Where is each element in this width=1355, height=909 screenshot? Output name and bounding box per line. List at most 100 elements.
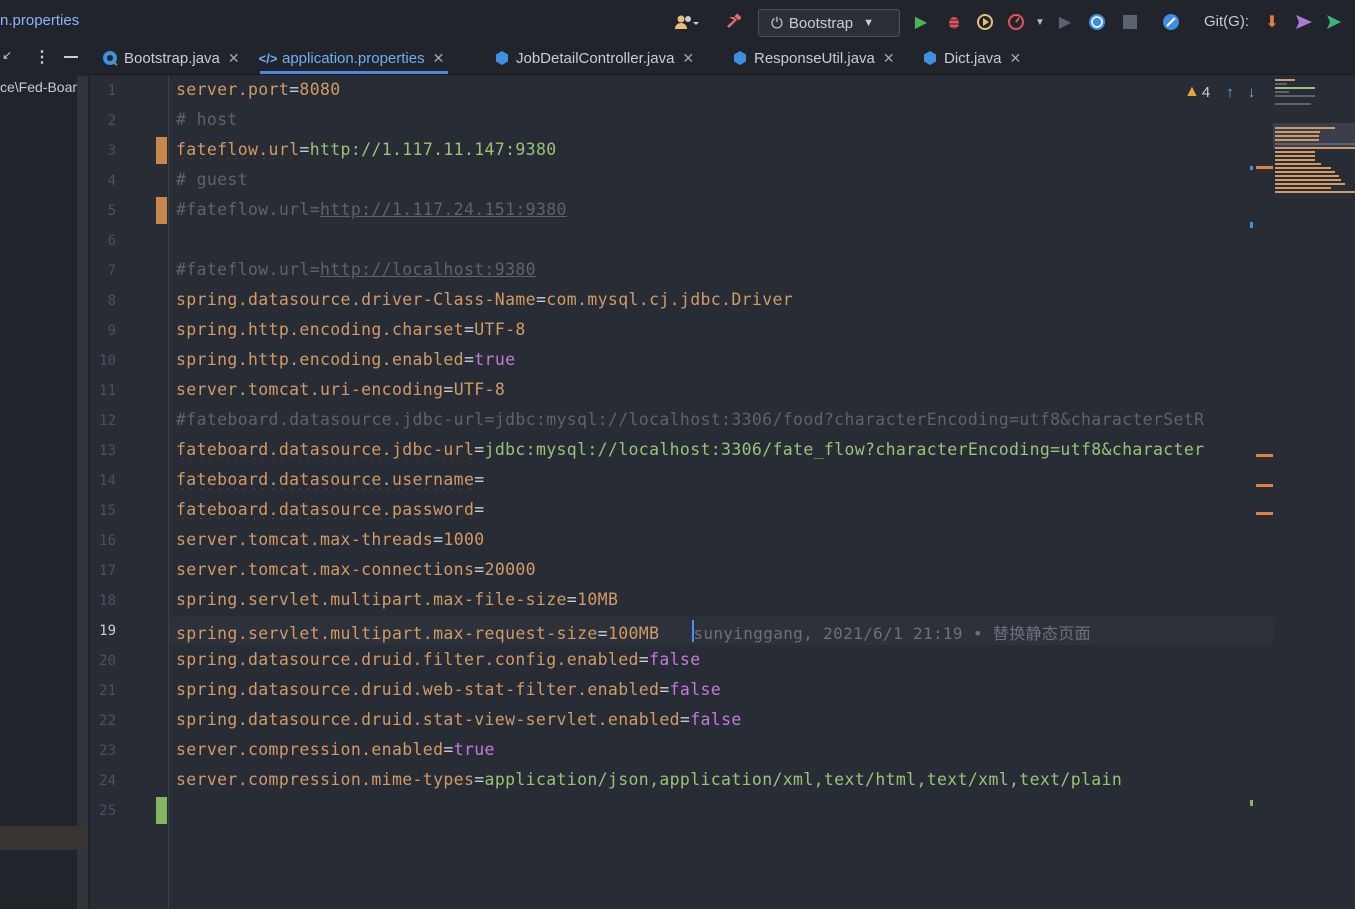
stop-icon[interactable]	[1120, 10, 1140, 34]
code-line[interactable]: #fateflow.url=http://localhost:9380	[176, 260, 536, 279]
property-key: fateboard.datasource.jdbc-url	[176, 440, 475, 459]
line-number: 23	[99, 743, 116, 759]
code-line[interactable]: spring.datasource.druid.stat-view-servle…	[176, 710, 742, 729]
close-icon[interactable]: ✕	[228, 50, 240, 67]
close-icon[interactable]: ✕	[883, 50, 895, 67]
project-tree-path[interactable]: ce\Fed-Boar	[0, 79, 86, 95]
property-separator: =	[443, 740, 454, 759]
property-value: com.mysql.cj.jdbc.Driver	[546, 290, 794, 309]
properties-file-icon: </>	[258, 50, 278, 66]
code-line[interactable]: server.tomcat.max-connections=20000	[176, 560, 536, 579]
code-line[interactable]: spring.http.encoding.enabled=true	[176, 350, 515, 369]
tab-dict-java[interactable]: Dict.java ✕	[922, 42, 1021, 74]
code-line[interactable]: fateboard.datasource.jdbc-url=jdbc:mysql…	[176, 440, 1204, 459]
more-run-options-icon[interactable]: ▼	[1032, 10, 1048, 34]
tab-jobdetailcontroller-java[interactable]: JobDetailController.java ✕	[494, 42, 694, 74]
property-separator: =	[433, 530, 444, 549]
property-key: spring.servlet.multipart.max-file-size	[176, 590, 567, 609]
vcs-change-marker[interactable]	[156, 137, 167, 164]
vcs-change-marker[interactable]	[156, 797, 167, 824]
build-hammer-icon[interactable]	[724, 10, 746, 34]
code-line[interactable]: spring.datasource.druid.web-stat-filter.…	[176, 680, 721, 699]
tab-label: Dict.java	[944, 49, 1002, 67]
breadcrumb[interactable]: n.properties	[0, 12, 79, 29]
collapse-arrow-icon[interactable]: ↙	[2, 48, 12, 62]
code-line[interactable]: fateflow.url=http://1.117.11.147:9380	[176, 140, 557, 159]
code-line[interactable]: server.port=8080	[176, 80, 341, 99]
project-panel-scrollbar[interactable]	[77, 76, 88, 909]
scroll-marker[interactable]	[1256, 454, 1273, 457]
scroll-marker[interactable]	[1256, 166, 1273, 169]
line-number: 20	[99, 653, 116, 669]
run-icon[interactable]: ▶	[910, 10, 932, 34]
scroll-marker[interactable]	[1250, 222, 1253, 228]
coverage-icon[interactable]	[974, 10, 996, 34]
code-line[interactable]: fateboard.datasource.password=	[176, 500, 485, 519]
scroll-marker[interactable]	[1250, 166, 1253, 170]
git-commit-icon[interactable]	[1294, 10, 1314, 34]
line-number: 14	[99, 473, 116, 489]
property-separator: =	[474, 500, 485, 519]
line-number: 2	[107, 113, 116, 129]
tab-bootstrap-java[interactable]: Bootstrap.java ✕	[102, 42, 240, 74]
line-number: 9	[107, 323, 116, 339]
comment-text: # guest	[176, 170, 248, 189]
text-caret	[692, 620, 694, 642]
code-line[interactable]: fateboard.datasource.username=	[176, 470, 485, 489]
line-number: 22	[99, 713, 116, 729]
git-push-icon[interactable]	[1325, 10, 1347, 34]
property-key: server.tomcat.max-threads	[176, 530, 434, 549]
run-configuration-select[interactable]: ⏻ Bootstrap ▼	[758, 9, 900, 37]
scroll-marker[interactable]	[1256, 512, 1273, 515]
property-separator: =	[659, 680, 670, 699]
property-separator: =	[463, 320, 475, 339]
debug-icon[interactable]	[943, 10, 965, 34]
line-number: 11	[99, 383, 116, 399]
options-kebab-icon[interactable]: ⋮	[34, 47, 50, 67]
tab-responseutil-java[interactable]: ResponseUtil.java ✕	[732, 42, 895, 74]
git-label: Git(G):	[1204, 13, 1249, 30]
code-line[interactable]: spring.datasource.druid.filter.config.en…	[176, 650, 701, 669]
git-blame-annotation[interactable]: sunyinggang, 2021/6/1 21:19 • 替换静态页面	[693, 624, 1091, 643]
vcs-change-marker[interactable]	[156, 197, 167, 224]
property-value: false	[669, 680, 722, 699]
tab-application-properties[interactable]: </> application.properties ✕	[258, 42, 449, 74]
property-key: server.port	[176, 80, 290, 99]
property-key: spring.http.encoding.enabled	[176, 350, 464, 369]
code-line[interactable]: server.tomcat.uri-encoding=UTF-8	[176, 380, 505, 399]
code-line[interactable]: server.compression.enabled=true	[176, 740, 495, 759]
update-app-icon[interactable]	[1086, 10, 1108, 34]
git-update-icon[interactable]: ⬇	[1262, 10, 1282, 34]
java-class-icon	[922, 50, 938, 66]
code-line[interactable]: # host	[176, 110, 238, 129]
close-icon[interactable]: ✕	[682, 50, 694, 67]
code-line[interactable]: # guest	[176, 170, 248, 189]
code-minimap[interactable]	[1273, 75, 1355, 909]
code-line[interactable]: #fateboard.datasource.jdbc-url=jdbc:mysq…	[176, 410, 1204, 429]
close-icon[interactable]: ✕	[433, 50, 445, 67]
inspection-widget[interactable]: ▲ 4 ↑ ↓	[1184, 83, 1255, 101]
property-value: true	[474, 350, 516, 369]
line-number: 3	[107, 143, 116, 159]
line-number: 15	[99, 503, 116, 519]
code-line[interactable]: spring.http.encoding.charset=UTF-8	[176, 320, 526, 339]
scroll-marker[interactable]	[1250, 800, 1253, 806]
attach-icon[interactable]: ▶	[1055, 10, 1075, 34]
project-tree-selected-row[interactable]	[0, 826, 88, 850]
property-value: UTF-8	[474, 320, 526, 339]
scroll-marker[interactable]	[1256, 484, 1273, 487]
code-line[interactable]: spring.servlet.multipart.max-file-size=1…	[176, 590, 618, 609]
close-icon[interactable]: ✕	[1010, 50, 1022, 67]
code-line[interactable]: #fateflow.url=http://1.117.24.151:9380	[176, 200, 567, 219]
previous-highlight-icon[interactable]: ↑	[1226, 84, 1234, 101]
code-line[interactable]: spring.servlet.multipart.max-request-siz…	[176, 620, 1091, 644]
search-everywhere-icon[interactable]	[1160, 10, 1182, 34]
next-highlight-icon[interactable]: ↓	[1248, 84, 1256, 101]
profiler-icon[interactable]	[1005, 10, 1027, 34]
hide-panel-icon[interactable]	[64, 56, 78, 58]
code-line[interactable]: spring.datasource.driver-Class-Name=com.…	[176, 290, 793, 309]
code-line[interactable]: server.compression.mime-types=applicatio…	[176, 770, 1122, 789]
property-separator: =	[679, 710, 691, 729]
code-line[interactable]: server.tomcat.max-threads=1000	[176, 530, 485, 549]
vcs-users-icon[interactable]	[670, 10, 704, 34]
